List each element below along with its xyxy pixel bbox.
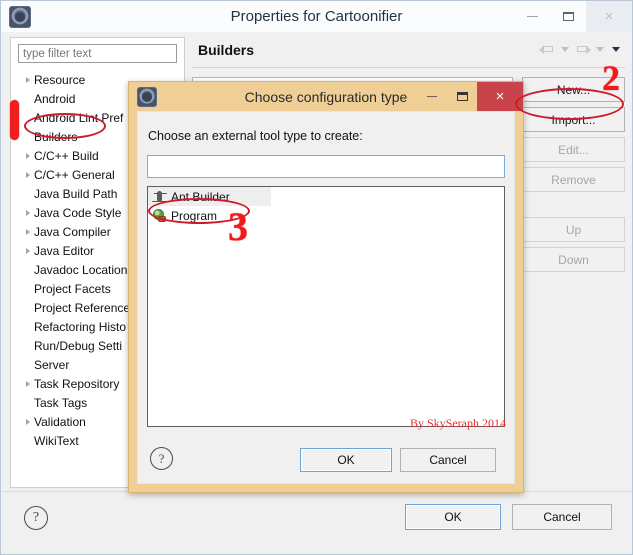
import-button[interactable]: Import... bbox=[522, 107, 625, 132]
close-button[interactable]: × bbox=[586, 1, 632, 32]
dialog-controls: × bbox=[417, 82, 523, 111]
sidebar-item-label: Task Tags bbox=[34, 395, 88, 410]
expand-arrow-icon[interactable] bbox=[21, 171, 34, 178]
expand-arrow-icon[interactable] bbox=[21, 228, 34, 235]
list-item[interactable]: Program bbox=[148, 206, 504, 225]
choose-configuration-type-dialog: Choose configuration type × Choose an ex… bbox=[128, 81, 524, 493]
sidebar-item-label: Server bbox=[34, 357, 70, 372]
back-arrow-icon[interactable] bbox=[539, 42, 556, 57]
tool-type-filter-box[interactable] bbox=[147, 155, 512, 178]
filter-box[interactable] bbox=[18, 44, 177, 63]
dialog-ok-button[interactable]: OK bbox=[300, 448, 392, 472]
remove-button: Remove bbox=[522, 167, 625, 192]
sidebar-item-label: Validation bbox=[34, 414, 86, 429]
up-button: Up bbox=[522, 217, 625, 242]
close-icon: × bbox=[604, 8, 614, 25]
sidebar-item-label: C/C++ Build bbox=[34, 148, 99, 163]
builders-button-column: New... Import... Edit... Remove Up Down bbox=[522, 77, 625, 277]
sidebar-item-label: Java Compiler bbox=[34, 224, 111, 239]
cancel-button[interactable]: Cancel bbox=[512, 504, 612, 530]
page-header: Builders bbox=[192, 37, 625, 68]
sidebar-item-label: Refactoring Histo bbox=[34, 319, 127, 334]
window-controls: × bbox=[514, 1, 632, 32]
expand-arrow-icon[interactable] bbox=[21, 76, 34, 83]
program-icon bbox=[152, 208, 167, 223]
down-button: Down bbox=[522, 247, 625, 272]
list-item-label: Program bbox=[171, 208, 218, 223]
dialog-titlebar: Choose configuration type × bbox=[129, 82, 523, 111]
tool-type-list[interactable]: Ant Builder Program bbox=[147, 186, 505, 427]
expand-arrow-icon[interactable] bbox=[21, 152, 34, 159]
minimize-button[interactable] bbox=[514, 1, 550, 32]
list-item[interactable]: Ant Builder bbox=[148, 187, 271, 206]
window-titlebar: Properties for Cartoonifier × bbox=[1, 1, 632, 32]
close-icon: × bbox=[495, 88, 505, 105]
screen: Properties for Cartoonifier × Resource An… bbox=[0, 0, 633, 555]
forward-arrow-icon[interactable] bbox=[574, 42, 591, 57]
sidebar-item-label: WikiText bbox=[34, 433, 79, 448]
ok-button[interactable]: OK bbox=[405, 504, 501, 530]
dialog-body: Choose an external tool type to create: … bbox=[137, 111, 515, 484]
sidebar-item-label: Project Reference bbox=[34, 300, 131, 315]
sidebar-item-label: Javadoc Location bbox=[34, 262, 128, 277]
sidebar-item-label: Builders bbox=[34, 129, 78, 144]
forward-history-chevron-icon[interactable] bbox=[596, 47, 604, 52]
tool-type-input[interactable] bbox=[148, 156, 512, 177]
dialog-close-button[interactable]: × bbox=[477, 82, 523, 111]
sidebar-item-label: Android Lint Pref bbox=[34, 110, 124, 125]
expand-arrow-icon[interactable] bbox=[21, 380, 34, 387]
ant-builder-icon bbox=[152, 189, 167, 204]
help-icon[interactable]: ? bbox=[24, 506, 48, 530]
page-title: Builders bbox=[198, 42, 255, 58]
expand-arrow-icon[interactable] bbox=[21, 247, 34, 254]
back-history-chevron-icon[interactable] bbox=[561, 47, 569, 52]
sidebar-item-label: Run/Debug Setti bbox=[34, 338, 123, 353]
dialog-help-icon[interactable]: ? bbox=[150, 447, 173, 470]
sidebar-item-label: C/C++ General bbox=[34, 167, 115, 182]
search-input[interactable] bbox=[19, 45, 176, 62]
maximize-button[interactable] bbox=[550, 1, 586, 32]
sidebar-item-label: Java Editor bbox=[34, 243, 95, 258]
eclipse-icon bbox=[137, 86, 157, 107]
dialog-prompt: Choose an external tool type to create: bbox=[148, 129, 363, 143]
sidebar-item-label: Resource bbox=[34, 72, 86, 87]
watermark: By SkySeraph 2014 bbox=[410, 416, 506, 430]
minimize-icon bbox=[526, 16, 538, 17]
list-item-label: Ant Builder bbox=[171, 189, 230, 204]
maximize-icon bbox=[562, 12, 574, 21]
eclipse-icon bbox=[9, 5, 31, 28]
window-footer: ? OK Cancel bbox=[2, 491, 631, 553]
view-menu-chevron-icon[interactable] bbox=[612, 47, 620, 52]
expand-arrow-icon[interactable] bbox=[21, 418, 34, 425]
minimize-icon bbox=[427, 95, 437, 98]
page-nav-icons bbox=[539, 42, 623, 57]
maximize-icon bbox=[456, 92, 468, 101]
edit-button: Edit... bbox=[522, 137, 625, 162]
dialog-cancel-button[interactable]: Cancel bbox=[400, 448, 496, 472]
sidebar-item-label: Project Facets bbox=[34, 281, 111, 296]
sidebar-item-label: Java Build Path bbox=[34, 186, 118, 201]
dialog-maximize-button[interactable] bbox=[447, 82, 477, 111]
sidebar-item-label: Task Repository bbox=[34, 376, 120, 391]
sidebar-item-label: Java Code Style bbox=[34, 205, 122, 220]
expand-arrow-icon[interactable] bbox=[21, 209, 34, 216]
dialog-minimize-button[interactable] bbox=[417, 82, 447, 111]
sidebar-item-label: Android bbox=[34, 91, 76, 106]
new-button[interactable]: New... bbox=[522, 77, 625, 102]
